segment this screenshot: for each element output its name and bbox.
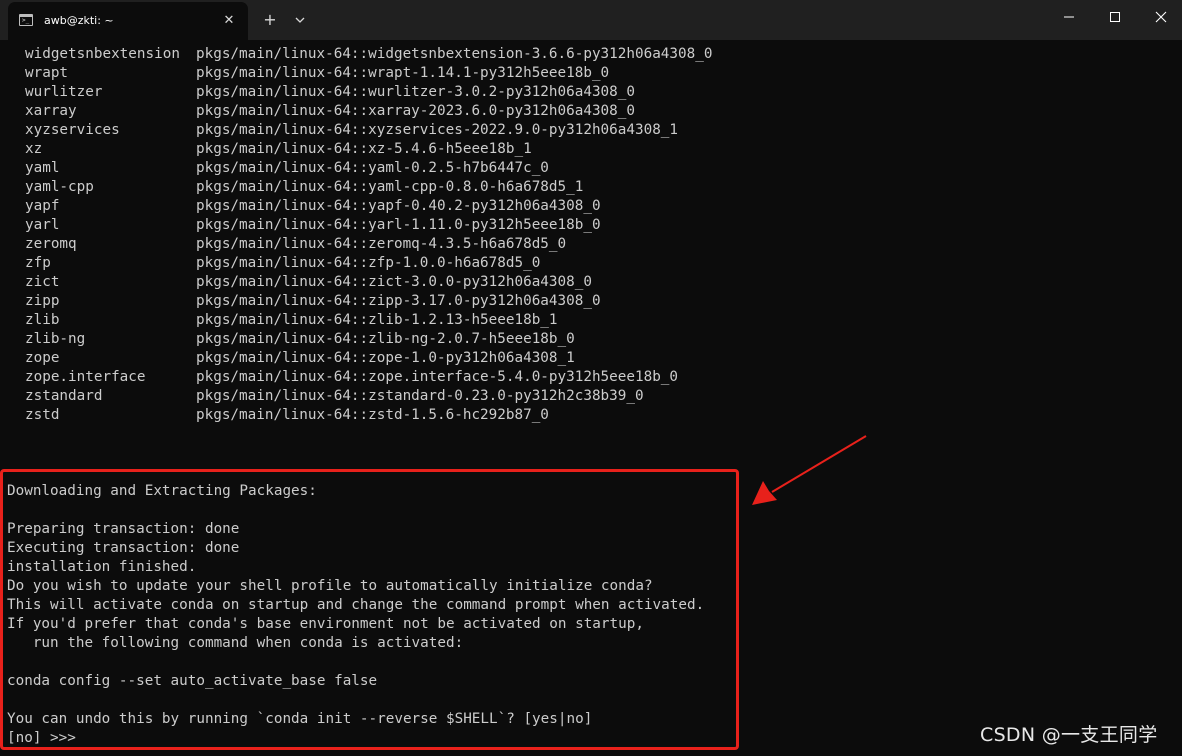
package-source: pkgs/main/linux-64::wrapt-1.14.1-py312h5… <box>196 65 610 81</box>
highlight-box <box>0 469 739 750</box>
package-name: yaml-cpp <box>25 179 94 195</box>
package-name: zlib <box>25 312 60 328</box>
package-name: zope.interface <box>25 369 146 385</box>
package-source: pkgs/main/linux-64::xyzservices-2022.9.0… <box>196 122 679 138</box>
package-name: xarray <box>25 103 77 119</box>
tab-dropdown-button[interactable] <box>292 12 308 28</box>
plus-icon: + <box>263 10 277 29</box>
package-name: zstd <box>25 407 60 423</box>
package-name: zstandard <box>25 388 103 404</box>
tab-title: awb@zkti: ~ <box>44 14 114 27</box>
maximize-icon <box>1110 12 1120 22</box>
package-name: zeromq <box>25 236 77 252</box>
package-source: pkgs/main/linux-64::zstd-1.5.6-hc292b87_… <box>196 407 549 423</box>
package-name: wurlitzer <box>25 84 103 100</box>
package-name: zipp <box>25 293 60 309</box>
package-name: zict <box>25 274 60 290</box>
package-name: wrapt <box>25 65 69 81</box>
package-source: pkgs/main/linux-64::zope-1.0-py312h06a43… <box>196 350 575 366</box>
title-bar: >_ awb@zkti: ~ ✕ + <box>0 0 1182 40</box>
package-source: pkgs/main/linux-64::zlib-1.2.13-h5eee18b… <box>196 312 558 328</box>
package-name: yapf <box>25 198 60 214</box>
package-source: pkgs/main/linux-64::yapf-0.40.2-py312h06… <box>196 198 601 214</box>
package-source: pkgs/main/linux-64::yaml-cpp-0.8.0-h6a67… <box>196 179 584 195</box>
minimize-icon <box>1064 16 1074 18</box>
minimize-button[interactable] <box>1046 0 1092 34</box>
package-source: pkgs/main/linux-64::xarray-2023.6.0-py31… <box>196 103 635 119</box>
package-name: zlib-ng <box>25 331 86 347</box>
terminal-icon: >_ <box>19 14 33 26</box>
package-source: pkgs/main/linux-64::wurlitzer-3.0.2-py31… <box>196 84 635 100</box>
chevron-down-icon <box>295 17 305 23</box>
package-name: widgetsnbextension <box>25 46 180 62</box>
maximize-button[interactable] <box>1092 0 1138 34</box>
package-source: pkgs/main/linux-64::widgetsnbextension-3… <box>196 46 713 62</box>
package-name: yaml <box>25 160 60 176</box>
package-source: pkgs/main/linux-64::zeromq-4.3.5-h6a678d… <box>196 236 567 252</box>
package-source: pkgs/main/linux-64::zope.interface-5.4.0… <box>196 369 679 385</box>
new-tab-button[interactable]: + <box>260 11 280 29</box>
package-source: pkgs/main/linux-64::zfp-1.0.0-h6a678d5_0 <box>196 255 541 271</box>
package-name: yarl <box>25 217 60 233</box>
package-name: zfp <box>25 255 51 271</box>
package-name: xyzservices <box>25 122 120 138</box>
close-tab-icon[interactable]: ✕ <box>221 13 237 29</box>
package-source: pkgs/main/linux-64::zstandard-0.23.0-py3… <box>196 388 644 404</box>
close-icon <box>1155 11 1167 23</box>
package-name: zope <box>25 350 60 366</box>
package-source: pkgs/main/linux-64::xz-5.4.6-h5eee18b_1 <box>196 141 532 157</box>
package-source: pkgs/main/linux-64::zipp-3.17.0-py312h06… <box>196 293 601 309</box>
watermark: CSDN @一支王同学 <box>980 724 1158 746</box>
package-source: pkgs/main/linux-64::zict-3.0.0-py312h06a… <box>196 274 592 290</box>
package-name: xz <box>25 141 43 157</box>
package-source: pkgs/main/linux-64::yarl-1.11.0-py312h5e… <box>196 217 601 233</box>
package-source: pkgs/main/linux-64::yaml-0.2.5-h7b6447c_… <box>196 160 549 176</box>
terminal-tab[interactable]: >_ awb@zkti: ~ ✕ <box>8 2 248 40</box>
close-window-button[interactable] <box>1138 0 1182 34</box>
package-source: pkgs/main/linux-64::zlib-ng-2.0.7-h5eee1… <box>196 331 575 347</box>
